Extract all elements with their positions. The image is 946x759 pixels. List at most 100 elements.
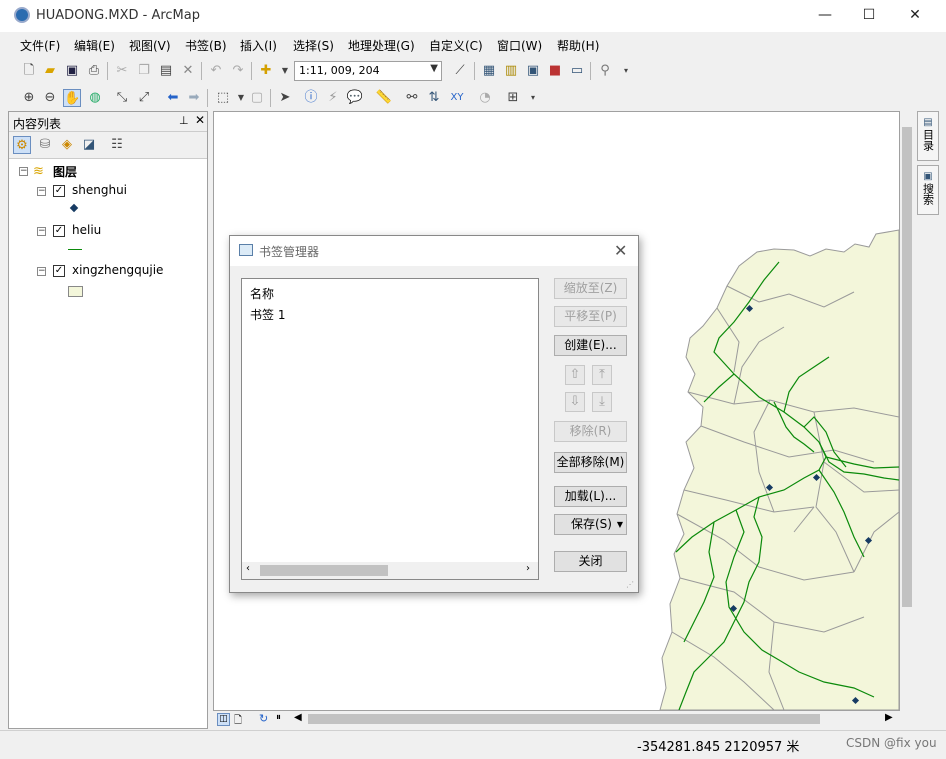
layer-name-shenghui[interactable]: shenghui <box>72 183 127 197</box>
collapse-shenghui-icon[interactable]: − <box>37 187 46 196</box>
xingzhengqujie-visibility-checkbox[interactable]: ✓ <box>53 265 65 277</box>
close-panel-icon[interactable]: ✕ <box>195 113 205 127</box>
layers-root-label[interactable]: 图层 <box>53 163 77 180</box>
resize-grip-icon[interactable]: ⋰ <box>626 580 634 589</box>
pan-to-button[interactable]: 平移至(P) <box>554 306 627 327</box>
back-arrow-icon[interactable]: ⬅ <box>164 89 182 107</box>
copy-icon[interactable]: ❐ <box>135 62 153 80</box>
save-button[interactable]: 保存(S) ▼ <box>554 514 627 535</box>
refresh-icon[interactable]: ↻ <box>259 712 268 725</box>
open-folder-icon[interactable]: ▰ <box>41 62 59 80</box>
catalog-icon[interactable]: ▥ <box>502 62 520 80</box>
collapse-layers-icon[interactable]: − <box>19 167 28 176</box>
heliu-visibility-checkbox[interactable]: ✓ <box>53 225 65 237</box>
select-elements-icon[interactable]: ➤ <box>276 89 294 107</box>
clear-selection-icon[interactable]: ▢ <box>248 89 266 107</box>
menu-help[interactable]: 帮助(H) <box>557 37 599 54</box>
find-route-icon[interactable]: ⇅ <box>425 89 443 107</box>
layer-name-heliu[interactable]: heliu <box>72 223 101 237</box>
menu-edit[interactable]: 编辑(E) <box>74 37 115 54</box>
editor-toolbar-icon[interactable]: ⟋ <box>451 62 469 80</box>
layer-name-xingzhengqujie[interactable]: xingzhengqujie <box>72 263 163 277</box>
zoom-in-icon[interactable]: ⊕ <box>20 89 38 107</box>
find-binoculars-icon[interactable]: ⚯ <box>403 89 421 107</box>
list-by-source-icon[interactable]: ⛁ <box>36 136 54 154</box>
scroll-thumb[interactable] <box>902 127 912 607</box>
load-button[interactable]: 加载(L)... <box>554 486 627 507</box>
hyperlink-icon[interactable]: ⚡ <box>324 89 342 107</box>
paste-icon[interactable]: ▤ <box>157 62 175 80</box>
list-horizontal-scrollbar[interactable]: ‹ › <box>242 562 538 579</box>
toc-options-icon[interactable]: ☷ <box>108 136 126 154</box>
bookmark-list[interactable]: 名称 书签 1 ‹ › <box>241 278 539 580</box>
fixed-zoom-out-icon[interactable]: ⤢ <box>135 89 153 107</box>
menu-windows[interactable]: 窗口(W) <box>497 37 542 54</box>
add-data-dropdown-icon[interactable]: ▼ <box>276 62 294 80</box>
scroll-left-icon[interactable]: ◀ <box>294 712 302 723</box>
menu-file[interactable]: 文件(F) <box>20 37 60 54</box>
list-by-visibility-icon[interactable]: ◈ <box>58 136 76 154</box>
collapse-heliu-icon[interactable]: − <box>37 227 46 236</box>
move-to-bottom-icon[interactable]: ⤓ <box>592 392 612 412</box>
arctoolbox-icon[interactable]: ■ <box>546 62 564 80</box>
zoom-out-icon[interactable]: ⊖ <box>41 89 59 107</box>
modelbuilder-icon[interactable]: ⚲ <box>596 62 614 80</box>
horizontal-scroll-thumb[interactable] <box>308 714 820 724</box>
menu-bookmarks[interactable]: 书签(B) <box>185 37 227 54</box>
chevron-down-icon[interactable]: ▼ <box>430 63 438 74</box>
pin-icon[interactable]: ⊥ <box>179 114 189 127</box>
line-symbol-icon[interactable] <box>68 249 82 250</box>
fixed-zoom-in-icon[interactable]: ⤡ <box>113 89 131 107</box>
cut-icon[interactable]: ✂ <box>113 62 131 80</box>
polygon-symbol-icon[interactable] <box>68 286 83 297</box>
full-extent-globe-icon[interactable]: ◍ <box>86 89 104 107</box>
layout-view-icon[interactable]: 🗋 <box>234 713 242 730</box>
delete-icon[interactable]: ✕ <box>179 62 197 80</box>
shenghui-visibility-checkbox[interactable]: ✓ <box>53 185 65 197</box>
go-to-xy-icon[interactable]: XY <box>448 89 466 107</box>
map-scale-combo[interactable]: 1:11, 009, 204 ▼ <box>294 61 442 81</box>
list-by-drawing-order-icon[interactable]: ⚙ <box>13 136 31 154</box>
move-down-icon[interactable]: ⇩ <box>565 392 585 412</box>
identify-icon[interactable]: ⓘ <box>302 89 320 107</box>
undo-icon[interactable]: ↶ <box>207 62 225 80</box>
table-window-icon[interactable]: ▦ <box>480 62 498 80</box>
list-scroll-thumb[interactable] <box>260 565 388 576</box>
save-icon[interactable]: ▣ <box>63 62 81 80</box>
print-icon[interactable]: ⎙ <box>85 62 103 80</box>
close-window-button[interactable]: ✕ <box>892 0 938 32</box>
data-view-icon[interactable]: ◫ <box>217 713 230 726</box>
menu-insert[interactable]: 插入(I) <box>240 37 277 54</box>
new-document-icon[interactable]: 🗋 <box>20 62 38 80</box>
python-window-icon[interactable]: ▭ <box>568 62 586 80</box>
search-tab[interactable]: ▣ 搜索 <box>917 165 939 215</box>
scroll-right-icon[interactable]: ▶ <box>885 712 893 723</box>
search-window-icon[interactable]: ▣ <box>524 62 542 80</box>
bookmark-list-item[interactable]: 书签 1 <box>250 306 285 323</box>
create-button[interactable]: 创建(E)... <box>554 335 627 356</box>
redo-icon[interactable]: ↷ <box>229 62 247 80</box>
minimize-button[interactable]: — <box>802 0 848 32</box>
maximize-button[interactable]: ☐ <box>846 0 892 32</box>
measure-icon[interactable]: 📏 <box>375 89 393 107</box>
remove-button[interactable]: 移除(R) <box>554 421 627 442</box>
magnifier-window-icon[interactable]: ⊞ <box>504 89 522 107</box>
menu-customize[interactable]: 自定义(C) <box>429 37 483 54</box>
list-by-selection-icon[interactable]: ◪ <box>80 136 98 154</box>
pan-hand-icon[interactable]: ✋ <box>63 89 81 107</box>
toolbar-overflow-icon-2[interactable]: ▾ <box>524 89 542 107</box>
forward-arrow-icon[interactable]: ➡ <box>185 89 203 107</box>
chevron-down-icon[interactable]: ▼ <box>617 515 623 534</box>
select-features-icon[interactable]: ⬚ <box>214 89 232 107</box>
menu-geoprocessing[interactable]: 地理处理(G) <box>348 37 415 54</box>
remove-all-button[interactable]: 全部移除(M) <box>554 452 627 473</box>
move-to-top-icon[interactable]: ⤒ <box>592 365 612 385</box>
html-popup-icon[interactable]: 💬 <box>346 89 364 107</box>
menu-selection[interactable]: 选择(S) <box>293 37 334 54</box>
map-vertical-scrollbar[interactable] <box>900 111 914 711</box>
time-slider-icon[interactable]: ◔ <box>476 89 494 107</box>
zoom-to-button[interactable]: 缩放至(Z) <box>554 278 627 299</box>
pause-drawing-icon[interactable]: ⏸ <box>276 712 281 723</box>
catalog-tab[interactable]: ▤ 目录 <box>917 111 939 161</box>
point-symbol-icon[interactable] <box>69 203 79 213</box>
